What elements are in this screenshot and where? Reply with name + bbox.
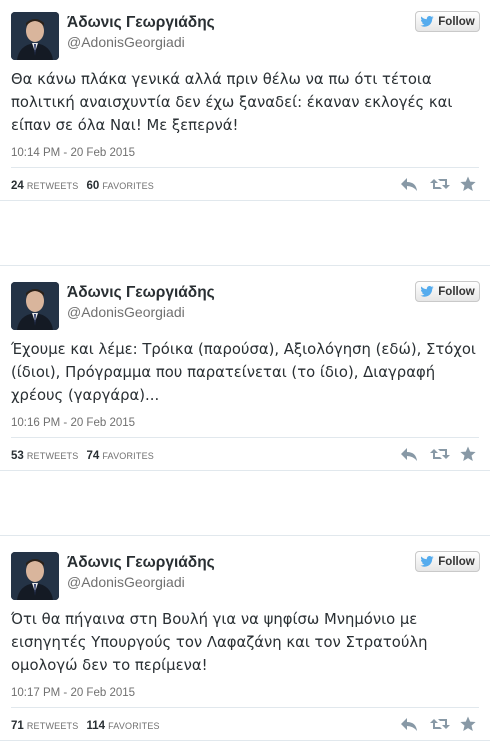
reply-icon[interactable] <box>400 446 418 462</box>
star-icon[interactable] <box>460 446 478 462</box>
retweet-count[interactable]: 24 RETWEETS <box>11 180 78 192</box>
tweet-stats: 53 RETWEETS 74 FAVORITES <box>11 450 154 462</box>
twitter-bird-icon <box>420 286 434 297</box>
display-name[interactable]: Άδωνις Γεωργιάδης <box>67 14 215 32</box>
user-handle[interactable]: @AdonisGeorgiadi <box>67 574 185 590</box>
tweet-text: Θα κάνω πλάκα γενικά αλλά πριν θέλω να π… <box>11 71 453 134</box>
twitter-bird-icon <box>420 556 434 567</box>
tweet-actions <box>400 716 478 732</box>
tweet-card: Άδωνις Γεωργιάδης @AdonisGeorgiadi Follo… <box>0 265 490 471</box>
favorite-count[interactable]: 60 FAVORITES <box>86 180 154 192</box>
display-name[interactable]: Άδωνις Γεωργιάδης <box>67 554 215 572</box>
divider <box>11 437 479 438</box>
tweet-card: Άδωνις Γεωργιάδης @AdonisGeorgiadi Follo… <box>0 0 490 201</box>
favorite-count[interactable]: 114 FAVORITES <box>86 720 159 732</box>
avatar[interactable] <box>11 282 59 330</box>
tweet-actions <box>400 446 478 462</box>
follow-button[interactable]: Follow <box>415 281 480 302</box>
retweet-icon[interactable] <box>430 446 450 462</box>
user-handle[interactable]: @AdonisGeorgiadi <box>67 34 185 50</box>
tweet-stats: 24 RETWEETS 60 FAVORITES <box>11 180 154 192</box>
avatar[interactable] <box>11 12 59 60</box>
avatar[interactable] <box>11 552 59 600</box>
follow-label: Follow <box>438 15 475 28</box>
retweet-count[interactable]: 71 RETWEETS <box>11 720 78 732</box>
follow-label: Follow <box>438 555 475 568</box>
divider <box>11 707 479 708</box>
star-icon[interactable] <box>460 176 478 192</box>
retweet-icon[interactable] <box>430 716 450 732</box>
star-icon[interactable] <box>460 716 478 732</box>
tweet-text: Ότι θα πήγαινα στη Βουλή για να ψηφίσω Μ… <box>11 611 428 674</box>
tweet-timestamp[interactable]: 10:17 PM - 20 Feb 2015 <box>11 687 135 699</box>
tweet-timestamp[interactable]: 10:14 PM - 20 Feb 2015 <box>11 147 135 159</box>
tweet-card: Άδωνις Γεωργιάδης @AdonisGeorgiadi Follo… <box>0 535 490 741</box>
divider <box>11 167 479 168</box>
display-name[interactable]: Άδωνις Γεωργιάδης <box>67 284 215 302</box>
follow-button[interactable]: Follow <box>415 551 480 572</box>
user-handle[interactable]: @AdonisGeorgiadi <box>67 304 185 320</box>
follow-label: Follow <box>438 285 475 298</box>
twitter-bird-icon <box>420 16 434 27</box>
reply-icon[interactable] <box>400 176 418 192</box>
favorite-count[interactable]: 74 FAVORITES <box>86 450 154 462</box>
follow-button[interactable]: Follow <box>415 11 480 32</box>
tweet-actions <box>400 176 478 192</box>
tweet-timestamp[interactable]: 10:16 PM - 20 Feb 2015 <box>11 417 135 429</box>
retweet-count[interactable]: 53 RETWEETS <box>11 450 78 462</box>
tweet-text: Έχουμε και λέμε: Τρόικα (παρούσα), Αξιολ… <box>11 341 476 404</box>
retweet-icon[interactable] <box>430 176 450 192</box>
tweet-stats: 71 RETWEETS 114 FAVORITES <box>11 720 160 732</box>
reply-icon[interactable] <box>400 716 418 732</box>
